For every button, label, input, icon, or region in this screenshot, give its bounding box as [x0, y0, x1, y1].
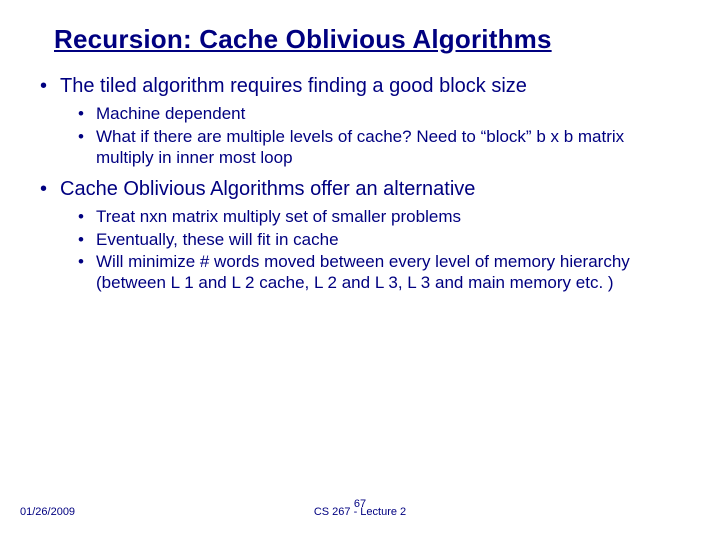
bullet-level2: Machine dependent [76, 104, 684, 125]
bullet-level2: Treat nxn matrix multiply set of smaller… [76, 207, 684, 228]
slide-title: Recursion: Cache Oblivious Algorithms [54, 24, 552, 55]
bullet-text: Treat nxn matrix multiply set of smaller… [96, 207, 461, 226]
bullet-list: The tiled algorithm requires finding a g… [36, 74, 684, 294]
bullet-text: Machine dependent [96, 104, 245, 123]
bullet-level2: What if there are multiple levels of cac… [76, 127, 684, 168]
bullet-text: What if there are multiple levels of cac… [96, 127, 624, 167]
footer-course: CS 267 - Lecture 2 [0, 506, 720, 518]
bullet-level1: Cache Oblivious Algorithms offer an alte… [36, 177, 684, 294]
sub-bullet-list: Treat nxn matrix multiply set of smaller… [76, 207, 684, 294]
slide: Recursion: Cache Oblivious Algorithms Th… [0, 0, 720, 540]
bullet-text: Eventually, these will fit in cache [96, 230, 339, 249]
bullet-level1: The tiled algorithm requires finding a g… [36, 74, 684, 169]
sub-bullet-list: Machine dependent What if there are mult… [76, 104, 684, 168]
bullet-text: The tiled algorithm requires finding a g… [60, 75, 527, 97]
bullet-text: Cache Oblivious Algorithms offer an alte… [60, 178, 475, 200]
bullet-text: Will minimize # words moved between ever… [96, 252, 630, 292]
bullet-level2: Eventually, these will fit in cache [76, 230, 684, 251]
bullet-level2: Will minimize # words moved between ever… [76, 252, 684, 293]
slide-body: The tiled algorithm requires finding a g… [36, 74, 684, 302]
